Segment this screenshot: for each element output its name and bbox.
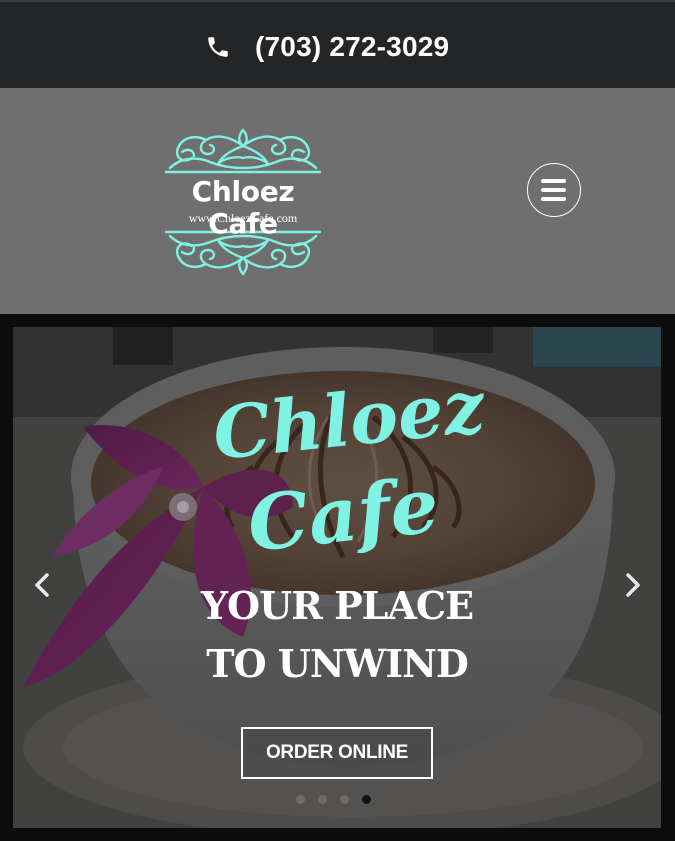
hamburger-menu-icon — [541, 197, 566, 201]
chevron-left-icon[interactable] — [27, 563, 57, 607]
script-line-chloez: Chloez — [209, 363, 490, 476]
slider-dot-1[interactable] — [296, 795, 305, 804]
slider-pagination — [296, 795, 371, 804]
slider-dot-4[interactable] — [362, 795, 371, 804]
logo-name: Chloez Cafe — [191, 175, 295, 240]
hero-slider: Chloez Cafe YOUR PLACE TO UNWIND ORDER O… — [13, 327, 661, 828]
hamburger-menu-icon — [541, 188, 566, 192]
order-online-button[interactable]: ORDER ONLINE — [241, 727, 433, 779]
slider-dot-3[interactable] — [340, 795, 349, 804]
top-bar: (703) 272-3029 — [0, 0, 675, 88]
site-logo[interactable]: Chloez Cafe www.ChloezCafe.com — [160, 128, 330, 276]
hero-slider-frame: Chloez Cafe YOUR PLACE TO UNWIND ORDER O… — [0, 314, 675, 841]
phone-number: (703) 272-3029 — [255, 31, 450, 62]
tagline-line-2: TO UNWIND — [206, 641, 469, 686]
site-header: Chloez Cafe www.ChloezCafe.com — [0, 88, 675, 314]
hero-script-logo: Chloez Cafe — [209, 363, 490, 553]
hero-tagline: YOUR PLACE TO UNWIND — [13, 577, 661, 693]
chevron-right-icon[interactable] — [618, 563, 648, 607]
tagline-line-1: YOUR PLACE — [200, 583, 474, 628]
hamburger-menu-icon — [541, 179, 566, 183]
script-line-cafe: Cafe — [244, 460, 443, 553]
logo-url: www.ChloezCafe.com — [188, 211, 298, 225]
phone-link[interactable]: (703) 272-3029 — [205, 30, 449, 64]
slider-dot-2[interactable] — [318, 795, 327, 804]
menu-toggle-button[interactable] — [527, 163, 581, 217]
phone-icon — [208, 37, 228, 57]
